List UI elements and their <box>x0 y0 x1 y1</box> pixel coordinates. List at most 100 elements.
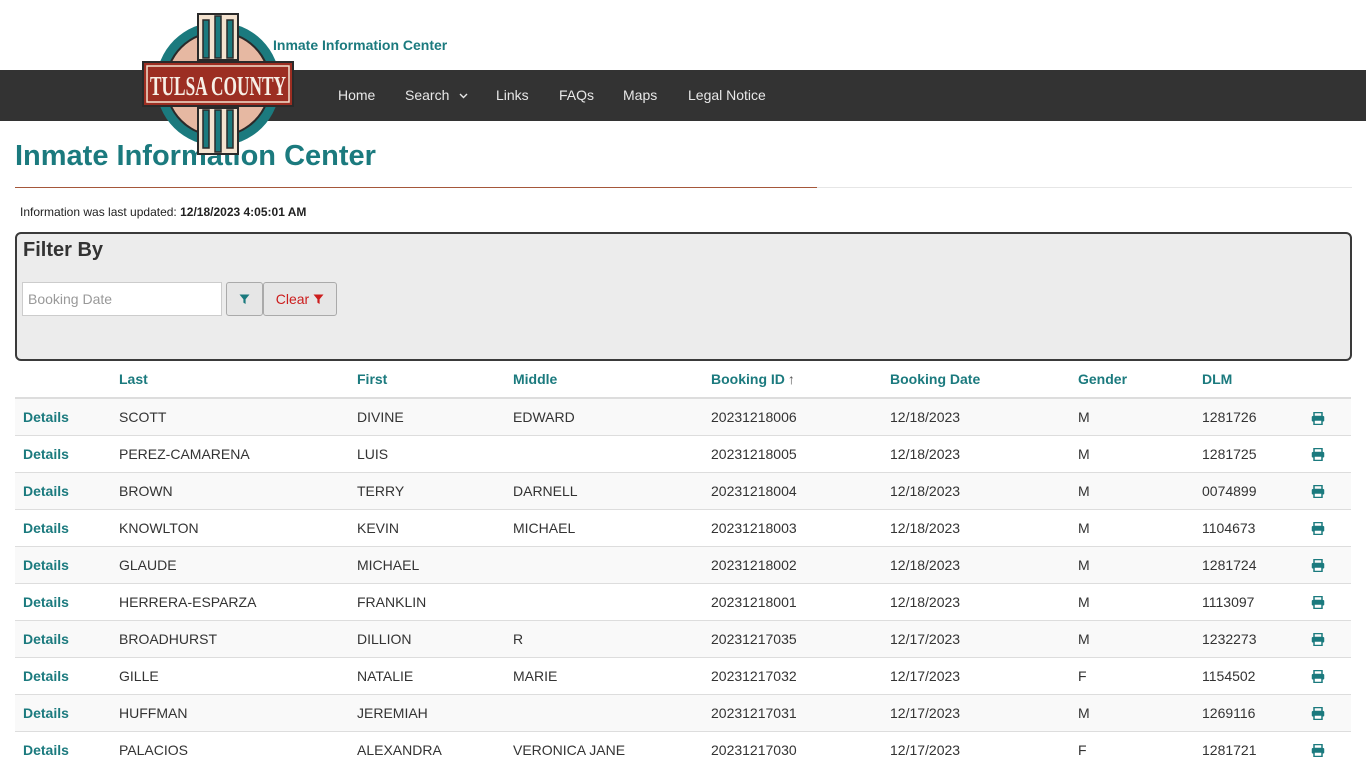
cell-first: JEREMIAH <box>357 694 513 732</box>
cell-last: PALACIOS <box>119 731 357 768</box>
nav-legal-notice[interactable]: Legal Notice <box>688 87 766 103</box>
nav-faqs[interactable]: FAQs <box>559 87 594 103</box>
table-row: Details BROWN TERRY DARNELL 20231218004 … <box>15 472 1351 510</box>
filter-panel: Filter By Clear <box>15 232 1352 361</box>
details-link[interactable]: Details <box>23 742 69 758</box>
cell-last: PEREZ-CAMARENA <box>119 435 357 473</box>
details-link[interactable]: Details <box>23 446 69 462</box>
header-gender-label: Gender <box>1078 371 1128 387</box>
cell-gender: F <box>1078 731 1202 768</box>
cell-dlm: 1232273 <box>1202 620 1311 658</box>
apply-filter-button[interactable] <box>226 282 263 316</box>
details-cell: Details <box>15 435 119 473</box>
details-link[interactable]: Details <box>23 409 69 425</box>
site-title[interactable]: Inmate Information Center <box>273 37 447 53</box>
logo-text: TULSA COUNTY <box>150 71 286 101</box>
cell-booking-id: 20231217032 <box>711 657 890 695</box>
cell-middle <box>513 435 711 473</box>
table-header: Last First Middle Booking ID ↑ Booking Da… <box>15 361 1351 399</box>
cell-booking-date: 12/18/2023 <box>890 435 1078 473</box>
print-icon[interactable] <box>1311 707 1325 721</box>
cell-booking-date: 12/17/2023 <box>890 731 1078 768</box>
cell-middle: EDWARD <box>513 398 711 436</box>
details-cell: Details <box>15 657 119 695</box>
header-dlm[interactable]: DLM <box>1202 361 1311 399</box>
cell-dlm: 1281725 <box>1202 435 1311 473</box>
table-row: Details BROADHURST DILLION R 20231217035… <box>15 620 1351 658</box>
cell-middle: VERONICA JANE <box>513 731 711 768</box>
cell-first: DILLION <box>357 620 513 658</box>
header-booking-date-label: Booking Date <box>890 371 981 387</box>
print-icon[interactable] <box>1311 633 1325 647</box>
last-updated: Information was last updated: 12/18/2023… <box>20 205 306 219</box>
details-cell: Details <box>15 398 119 436</box>
last-updated-value: 12/18/2023 4:05:01 AM <box>180 205 307 219</box>
clear-filter-label: Clear <box>275 291 310 307</box>
cell-gender: M <box>1078 398 1202 436</box>
cell-last: GLAUDE <box>119 546 357 584</box>
details-link[interactable]: Details <box>23 631 69 647</box>
details-link[interactable]: Details <box>23 520 69 536</box>
title-divider <box>15 187 817 188</box>
nav-search[interactable]: Search <box>405 87 468 103</box>
cell-first: LUIS <box>357 435 513 473</box>
cell-gender: M <box>1078 583 1202 621</box>
cell-booking-date: 12/18/2023 <box>890 583 1078 621</box>
cell-last: BROWN <box>119 472 357 510</box>
print-icon[interactable] <box>1311 448 1325 462</box>
print-icon[interactable] <box>1311 411 1325 425</box>
header-middle-label: Middle <box>513 371 558 387</box>
print-cell <box>1311 435 1351 473</box>
cell-booking-date: 12/18/2023 <box>890 472 1078 510</box>
inmate-table: Last First Middle Booking ID ↑ Booking Da… <box>15 361 1351 768</box>
cell-gender: F <box>1078 657 1202 695</box>
filter-icon <box>313 294 324 304</box>
header-first-label: First <box>357 371 388 387</box>
details-link[interactable]: Details <box>23 594 69 610</box>
print-cell <box>1311 731 1351 768</box>
print-icon[interactable] <box>1311 559 1325 573</box>
header-middle[interactable]: Middle <box>513 361 711 399</box>
cell-first: TERRY <box>357 472 513 510</box>
nav-home[interactable]: Home <box>338 87 375 103</box>
nav-maps[interactable]: Maps <box>623 87 657 103</box>
print-cell <box>1311 398 1351 436</box>
print-icon[interactable] <box>1311 485 1325 499</box>
print-cell <box>1311 620 1351 658</box>
cell-dlm: 1113097 <box>1202 583 1311 621</box>
cell-booking-date: 12/18/2023 <box>890 546 1078 584</box>
table-row: Details KNOWLTON KEVIN MICHAEL 202312180… <box>15 509 1351 547</box>
cell-first: KEVIN <box>357 509 513 547</box>
header-first[interactable]: First <box>357 361 513 399</box>
table-header-row: Last First Middle Booking ID ↑ Booking Da… <box>15 361 1351 399</box>
details-link[interactable]: Details <box>23 668 69 684</box>
print-icon[interactable] <box>1311 596 1325 610</box>
sort-ascending-icon: ↑ <box>787 371 795 387</box>
nav-links[interactable]: Links <box>496 87 529 103</box>
details-link[interactable]: Details <box>23 705 69 721</box>
header-booking-date[interactable]: Booking Date <box>890 361 1078 399</box>
cell-dlm: 1281721 <box>1202 731 1311 768</box>
print-icon[interactable] <box>1311 670 1325 684</box>
details-cell: Details <box>15 731 119 768</box>
print-cell <box>1311 546 1351 584</box>
booking-date-input[interactable] <box>22 282 222 316</box>
details-link[interactable]: Details <box>23 557 69 573</box>
tulsa-county-logo[interactable]: TULSA COUNTY <box>140 8 296 160</box>
details-cell: Details <box>15 583 119 621</box>
header-details <box>15 361 119 399</box>
header-last[interactable]: Last <box>119 361 357 399</box>
table-row: Details GLAUDE MICHAEL 20231218002 12/18… <box>15 546 1351 584</box>
clear-filter-button[interactable]: Clear <box>263 282 337 316</box>
table-row: Details HERRERA-ESPARZA FRANKLIN 2023121… <box>15 583 1351 621</box>
cell-booking-date: 12/17/2023 <box>890 620 1078 658</box>
details-link[interactable]: Details <box>23 483 69 499</box>
cell-booking-id: 20231218002 <box>711 546 890 584</box>
print-icon[interactable] <box>1311 744 1325 758</box>
print-cell <box>1311 472 1351 510</box>
header-booking-id[interactable]: Booking ID ↑ <box>711 361 890 399</box>
print-icon[interactable] <box>1311 522 1325 536</box>
title-divider-light <box>817 187 1352 188</box>
cell-middle: MICHAEL <box>513 509 711 547</box>
header-gender[interactable]: Gender <box>1078 361 1202 399</box>
